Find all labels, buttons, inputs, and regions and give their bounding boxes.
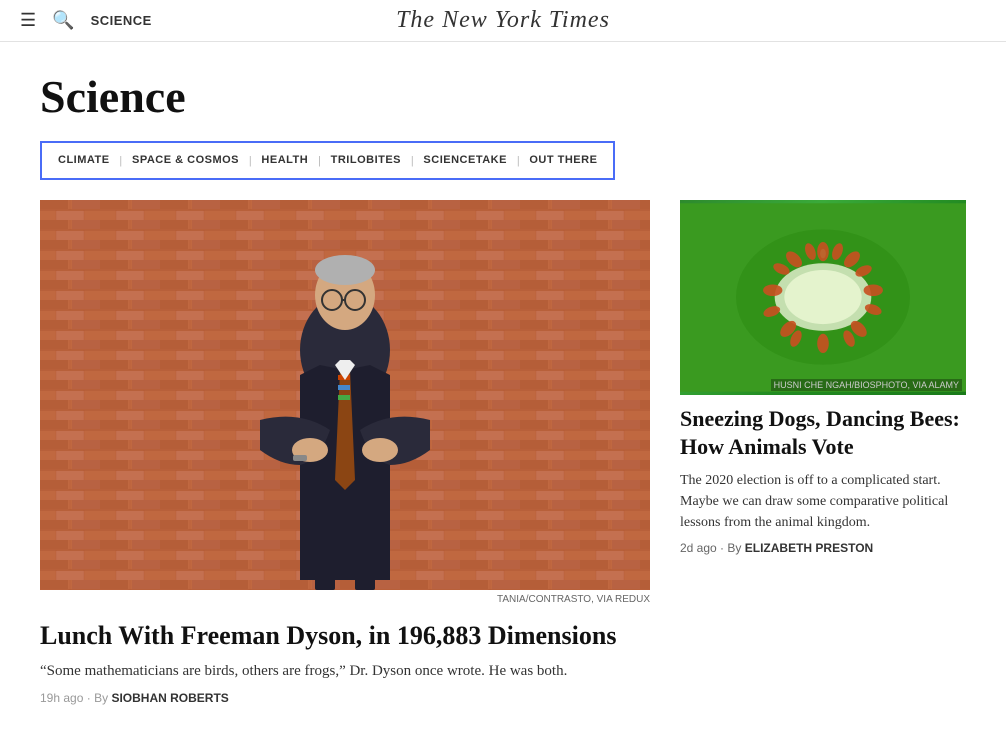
site-logo[interactable]: The New York Times — [396, 7, 610, 34]
side-article-summary: The 2020 election is off to a complicate… — [680, 470, 966, 533]
person-illustration — [40, 200, 650, 590]
nav-separator-1: | — [120, 153, 122, 168]
main-article-meta: 19h ago · By SIOBHAN ROBERTS — [40, 691, 650, 705]
main-article: TANIA/CONTRASTO, VIA REDUX Lunch With Fr… — [40, 200, 650, 705]
page-header: Science — [0, 42, 1006, 123]
main-article-image-credit: TANIA/CONTRASTO, VIA REDUX — [40, 590, 650, 609]
side-article-author[interactable]: ELIZABETH PRESTON — [745, 541, 873, 555]
side-article-time: 2d ago — [680, 541, 717, 555]
main-article-by: By — [94, 691, 108, 705]
top-navigation: ☰ 🔍 SCIENCE The New York Times — [0, 0, 1006, 42]
subnav-item-out-there[interactable]: OUT THERE — [529, 154, 597, 166]
subnav-item-climate[interactable]: CLIMATE — [58, 154, 110, 166]
nav-separator-5: | — [517, 153, 519, 168]
insect-illustration — [680, 200, 966, 395]
nav-separator-4: | — [411, 153, 413, 168]
side-article-meta: 2d ago · By ELIZABETH PRESTON — [680, 541, 966, 555]
subnav-item-health[interactable]: HEALTH — [261, 154, 308, 166]
side-article-image-credit: HUSNI CHE NGAH/BIOSPHOTO, VIA ALAMY — [771, 379, 962, 391]
main-article-title[interactable]: Lunch With Freeman Dyson, in 196,883 Dim… — [40, 619, 650, 653]
subnav-item-trilobites[interactable]: TRILOBITES — [331, 154, 401, 166]
page-title: Science — [40, 72, 966, 123]
side-article: HUSNI CHE NGAH/BIOSPHOTO, VIA ALAMY Snee… — [680, 200, 966, 705]
main-content: TANIA/CONTRASTO, VIA REDUX Lunch With Fr… — [0, 180, 1006, 725]
main-article-dot: · — [87, 691, 94, 705]
menu-icon[interactable]: ☰ — [20, 10, 36, 31]
main-article-summary: “Some mathematicians are birds, others a… — [40, 660, 650, 683]
brick-background — [40, 200, 650, 590]
section-label[interactable]: SCIENCE — [91, 13, 152, 28]
side-article-by: By — [727, 541, 741, 555]
nav-separator-2: | — [249, 153, 251, 168]
subnav-item-sciencetake[interactable]: SCIENCETAKE — [423, 154, 507, 166]
sub-navigation: CLIMATE | SPACE & COSMOS | HEALTH | TRIL… — [58, 153, 597, 168]
subnav-item-space-cosmos[interactable]: SPACE & COSMOS — [132, 154, 239, 166]
nav-separator-3: | — [318, 153, 320, 168]
nav-left-group: ☰ 🔍 SCIENCE — [20, 10, 152, 31]
main-article-time: 19h ago — [40, 691, 83, 705]
main-article-image — [40, 200, 650, 590]
sub-navigation-wrapper: CLIMATE | SPACE & COSMOS | HEALTH | TRIL… — [40, 141, 615, 180]
side-article-title[interactable]: Sneezing Dogs, Dancing Bees: How Animals… — [680, 405, 966, 462]
main-article-author[interactable]: SIOBHAN ROBERTS — [111, 691, 228, 705]
side-article-image: HUSNI CHE NGAH/BIOSPHOTO, VIA ALAMY — [680, 200, 966, 395]
search-icon[interactable]: 🔍 — [52, 10, 74, 31]
